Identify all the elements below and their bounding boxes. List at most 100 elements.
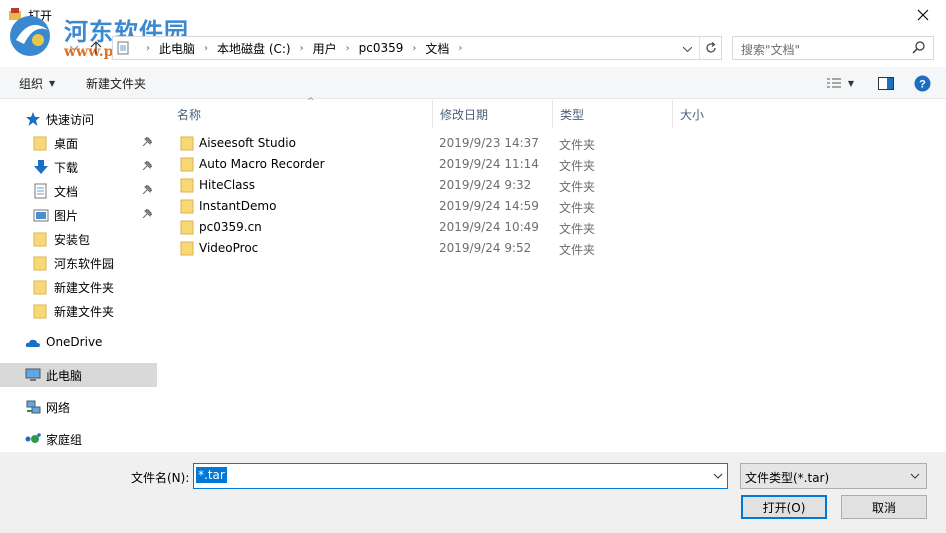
close-icon [917, 9, 929, 21]
file-type: 文件夹 [559, 243, 596, 257]
breadcrumb-item[interactable]: 文档 [425, 40, 449, 57]
network-icon [26, 400, 41, 414]
nav-item-folder[interactable]: 河东软件园 [0, 251, 157, 275]
close-button[interactable] [900, 0, 946, 30]
app-icon [9, 8, 21, 20]
nav-item-folder[interactable]: 新建文件夹 [0, 275, 157, 299]
file-row[interactable]: Auto Macro Recorder 2019/9/24 11:14 文件夹 [160, 154, 946, 175]
nav-network[interactable]: 网络 [0, 395, 157, 419]
column-header-name[interactable]: 名称 ^ [170, 97, 433, 128]
file-modified: 2019/9/24 11:14 [439, 157, 539, 171]
nav-label: 安装包 [54, 233, 91, 247]
folder-icon [33, 232, 47, 247]
file-modified: 2019/9/24 9:32 [439, 178, 532, 192]
nav-label: 新建文件夹 [54, 305, 115, 319]
nav-item-folder[interactable]: 新建文件夹 [0, 299, 157, 323]
address-bar[interactable]: › 此电脑 › 本地磁盘 (C:) › 用户 › pc0359 › 文档 › [112, 36, 722, 60]
file-type: 文件夹 [559, 159, 596, 173]
breadcrumb-separator: › [345, 42, 350, 54]
file-row[interactable]: pc0359.cn 2019/9/24 10:49 文件夹 [160, 217, 946, 238]
nav-quick-access[interactable]: 快速访问 [0, 107, 157, 131]
breadcrumb-item[interactable]: pc0359 [359, 41, 404, 55]
organize-button[interactable]: 组织 ▼ [19, 75, 55, 92]
open-button-label: 打开(O) [762, 500, 806, 515]
address-dropdown-button[interactable] [677, 39, 697, 59]
cancel-button[interactable]: 取消 [841, 495, 927, 519]
file-type: 文件夹 [559, 180, 596, 194]
help-icon: ? [914, 75, 930, 91]
nav-label: 网络 [46, 401, 71, 415]
toolbar: 组织 ▼ 新建文件夹 ▼ ? [0, 67, 946, 99]
file-type: 文件夹 [559, 138, 596, 152]
nav-homegroup[interactable]: 家庭组 [0, 427, 157, 451]
nav-label: 文档 [54, 185, 79, 199]
file-row[interactable]: Aiseesoft Studio 2019/9/23 14:37 文件夹 [160, 133, 946, 154]
recent-locations-button[interactable] [64, 38, 84, 58]
folder-icon [180, 199, 194, 214]
nav-label: 河东软件园 [54, 257, 115, 271]
preview-pane-button[interactable] [876, 73, 896, 93]
column-header-label: 名称 [177, 108, 202, 122]
file-row[interactable]: HiteClass 2019/9/24 9:32 文件夹 [160, 175, 946, 196]
nav-label: 图片 [54, 209, 79, 223]
nav-label: 此电脑 [46, 369, 83, 383]
refresh-button[interactable] [699, 37, 721, 59]
nav-item-downloads[interactable]: 下载 [0, 155, 157, 179]
breadcrumb-item[interactable]: 用户 [313, 40, 337, 57]
view-options-button[interactable]: ▼ [822, 73, 858, 93]
nav-item-desktop[interactable]: 桌面 [0, 131, 157, 155]
pin-icon [142, 184, 153, 195]
help-button[interactable]: ? [912, 73, 932, 93]
filetype-select[interactable]: 文件类型(*.tar) [740, 463, 927, 489]
chevron-down-icon [70, 45, 78, 51]
caret-down-icon: ▼ [847, 78, 855, 88]
filename-label: 文件名(N): [131, 471, 190, 485]
nav-onedrive[interactable]: OneDrive [0, 331, 157, 355]
file-list: 名称 ^ 修改日期 类型 大小 Aiseesoft Studio 2019/9/… [160, 97, 946, 452]
title-bar: 打开 [0, 0, 946, 30]
picture-icon [33, 209, 49, 222]
chevron-down-icon[interactable] [713, 469, 723, 483]
file-row[interactable]: VideoProc 2019/9/24 9:52 文件夹 [160, 238, 946, 259]
filename-input[interactable]: *.tar [193, 463, 728, 489]
file-name: Auto Macro Recorder [199, 157, 325, 171]
folder-icon [33, 304, 47, 319]
search-placeholder: 搜索"文档" [741, 43, 801, 57]
organize-label: 组织 [19, 77, 44, 91]
nav-item-pictures[interactable]: 图片 [0, 203, 157, 227]
breadcrumb-item[interactable]: 本地磁盘 (C:) [217, 40, 291, 57]
column-header-modified[interactable]: 修改日期 [433, 100, 553, 128]
filetype-value: 文件类型(*.tar) [745, 471, 830, 485]
folder-icon [33, 280, 47, 295]
chevron-down-icon [910, 473, 920, 479]
file-row[interactable]: InstantDemo 2019/9/24 14:59 文件夹 [160, 196, 946, 217]
pin-icon [142, 160, 153, 171]
nav-this-pc[interactable]: 此电脑 [0, 363, 157, 387]
document-icon [117, 41, 129, 55]
file-name: VideoProc [199, 241, 259, 255]
nav-item-folder[interactable]: 安装包 [0, 227, 157, 251]
up-button[interactable] [86, 38, 106, 58]
breadcrumb-item[interactable]: 此电脑 [159, 40, 195, 57]
column-header-size[interactable]: 大小 [673, 100, 793, 128]
open-button[interactable]: 打开(O) [741, 495, 827, 519]
cancel-button-label: 取消 [871, 500, 896, 515]
download-icon [34, 160, 48, 174]
cloud-icon [25, 339, 40, 347]
nav-label: 新建文件夹 [54, 281, 115, 295]
folder-icon [180, 220, 194, 235]
folder-icon [33, 136, 47, 151]
address-row: › 此电脑 › 本地磁盘 (C:) › 用户 › pc0359 › 文档 › 搜… [0, 34, 946, 62]
search-box[interactable]: 搜索"文档" [732, 36, 934, 60]
column-header-label: 修改日期 [440, 108, 489, 122]
new-folder-button[interactable]: 新建文件夹 [86, 75, 146, 92]
column-header-type[interactable]: 类型 [553, 100, 673, 128]
nav-label: OneDrive [46, 335, 103, 349]
nav-label: 快速访问 [46, 113, 95, 127]
folder-icon [180, 178, 194, 193]
folder-icon [33, 256, 47, 271]
folder-icon [180, 157, 194, 172]
nav-item-documents[interactable]: 文档 [0, 179, 157, 203]
breadcrumb-separator: › [146, 42, 150, 54]
filename-value: *.tar [196, 467, 227, 483]
